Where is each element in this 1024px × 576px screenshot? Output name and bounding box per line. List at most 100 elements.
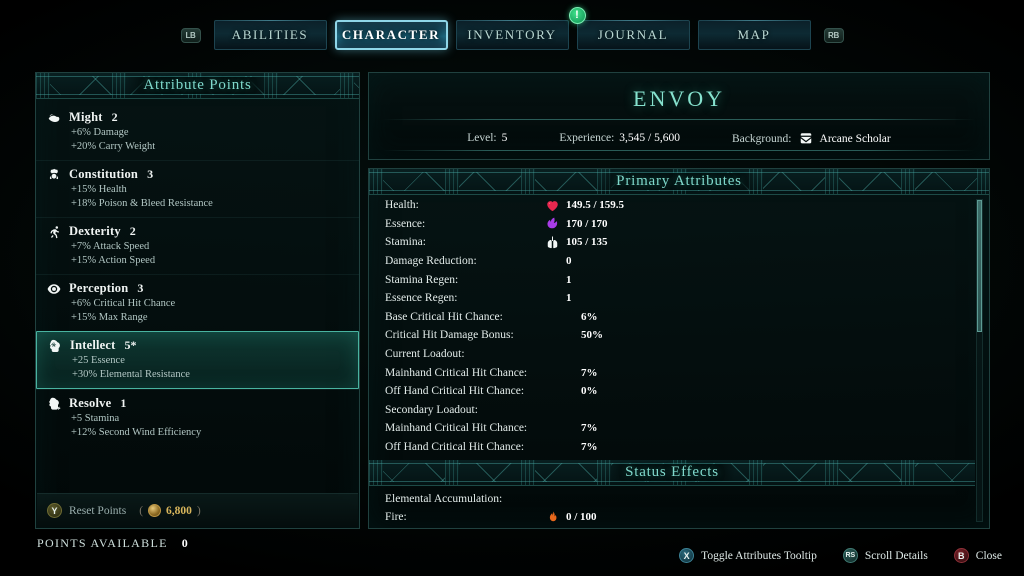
control-hint-label: Scroll Details xyxy=(864,549,928,562)
points-available-label: POINTS AVAILABLE xyxy=(37,536,168,550)
attribute-row-dexterity[interactable]: Dexterity 2 +7% Attack Speed +15% Action Sp… xyxy=(36,217,359,274)
stats-scrollbar-thumb[interactable] xyxy=(977,200,982,332)
level-label: Level: xyxy=(467,132,497,144)
y-button-badge[interactable]: Y xyxy=(47,503,62,518)
stats-scrollbar-track[interactable] xyxy=(976,199,983,522)
stat-row: Stamina: 105 / 135 xyxy=(369,233,975,252)
stat-label: Critical Hit Damage Bonus: xyxy=(385,329,514,342)
attribute-header: Perception 3 xyxy=(46,280,349,297)
stat-row: Mainhand Critical Hit Chance: 7% xyxy=(369,419,975,438)
tab-label: JOURNAL xyxy=(597,27,669,42)
attribute-list: Might 2 +6% Damage +20% Carry Weight Constit… xyxy=(36,100,359,492)
stat-value: 7% xyxy=(581,366,598,379)
stat-label: Mainhand Critical Hit Chance: xyxy=(385,422,528,435)
attribute-bonus: +6% Damage xyxy=(71,127,129,138)
stat-row: Fire: 0 / 100 xyxy=(369,508,975,527)
stat-value: 170 / 170 xyxy=(566,217,608,230)
control-hint-scroll-details[interactable]: RS Scroll Details xyxy=(842,548,928,563)
attribute-value: 1 xyxy=(120,396,127,410)
stat-label: Essence: xyxy=(385,217,426,230)
stat-row: Off Hand Critical Hit Chance: 7% xyxy=(369,438,975,457)
experience-stat: Experience: 3,545 / 5,600 xyxy=(559,132,680,144)
bicep-icon xyxy=(46,110,62,126)
experience-value: 3,545 / 5,600 xyxy=(619,132,680,144)
stat-label: Fire: xyxy=(385,511,407,524)
attribute-header: Dexterity 2 xyxy=(46,223,349,240)
points-available: POINTS AVAILABLE 0 xyxy=(37,536,189,551)
stat-label: Mainhand Critical Hit Chance: xyxy=(385,366,528,379)
tab-inventory[interactable]: INVENTORY xyxy=(455,20,569,50)
attribute-row-resolve[interactable]: Resolve 1 +5 Stamina +12% Second Wind Effic… xyxy=(36,389,359,446)
stat-row: Secondary Loadout: xyxy=(369,401,975,420)
control-hint-close[interactable]: B Close xyxy=(953,548,1002,563)
stat-row: Essence Regen: 1 xyxy=(369,289,975,308)
attribute-bonus: +7% Attack Speed xyxy=(71,241,150,252)
attribute-bonus: +15% Action Speed xyxy=(71,254,156,266)
reset-cost: ( 6,800 ) xyxy=(139,504,201,517)
coin-icon xyxy=(148,504,162,517)
tab-map[interactable]: MAP xyxy=(697,20,811,50)
primary-attributes-header: Primary Attributes xyxy=(369,169,989,195)
rs-button-badge[interactable]: RS xyxy=(842,548,858,563)
tab-glow xyxy=(462,20,562,21)
scroll-icon xyxy=(799,131,813,145)
control-hint-label: Toggle Attributes Tooltip xyxy=(701,549,817,562)
stat-value: 0 xyxy=(566,255,572,268)
ornament-edge-bottom xyxy=(369,190,989,191)
attribute-row-intellect[interactable]: Intellect 5* +25 Essence +30% Elemental Res… xyxy=(36,331,359,389)
attribute-header: Resolve 1 xyxy=(46,395,349,412)
stat-label: Stamina Regen: xyxy=(385,273,459,286)
attribute-name: Dexterity xyxy=(69,224,121,238)
attribute-header: Might 2 xyxy=(46,109,349,126)
stat-row: Essence: 170 / 170 xyxy=(369,215,975,234)
stat-row: Base Critical Hit Chance: 6% xyxy=(369,308,975,327)
stat-label: Base Critical Hit Chance: xyxy=(385,310,503,323)
tab-character[interactable]: CHARACTER xyxy=(334,20,448,50)
stat-value: 7% xyxy=(581,422,598,435)
reset-points-bar[interactable]: Y Reset Points ( 6,800 ) xyxy=(37,493,358,527)
stat-label: Secondary Loadout: xyxy=(385,403,478,416)
attribute-points-title: Attribute Points xyxy=(127,77,268,94)
attribute-row-constitution[interactable]: Constitution 3 +15% Health +18% Poison & Bl… xyxy=(36,160,359,217)
rb-shoulder-button[interactable]: RB xyxy=(823,27,844,43)
status-effects-title: Status Effects xyxy=(609,464,735,482)
attribute-row-might[interactable]: Might 2 +6% Damage +20% Carry Weight xyxy=(36,104,359,160)
tab-wrap-inventory: INVENTORY xyxy=(452,20,573,50)
attribute-value: 5* xyxy=(124,338,137,352)
attribute-value: 2 xyxy=(129,224,136,238)
attribute-row-perception[interactable]: Perception 3 +6% Critical Hit Chance +15% M… xyxy=(36,274,359,331)
header-divider-top xyxy=(383,119,975,120)
control-hint-toggle-attributes-tooltip[interactable]: X Toggle Attributes Tooltip xyxy=(679,548,817,563)
tab-wrap-abilities: ABILITIES xyxy=(210,20,331,50)
stats-scroll-region[interactable]: Health: 149.5 / 159.5 Essence: 170 / 170 Sta… xyxy=(369,196,975,528)
attribute-bonus: +6% Critical Hit Chance xyxy=(71,298,176,309)
character-screen: LB ABILITIES CHARACTER INVENTORY JOURNAL! MA… xyxy=(0,0,1024,576)
attribute-name: Intellect xyxy=(70,338,116,352)
attribute-bonus: +15% Max Range xyxy=(71,311,148,323)
b-button-badge[interactable]: B xyxy=(953,548,969,563)
flame-icon xyxy=(545,510,561,525)
notification-badge-icon: ! xyxy=(568,7,586,24)
lb-shoulder-button[interactable]: LB xyxy=(180,27,201,43)
tab-journal[interactable]: JOURNAL xyxy=(576,20,690,50)
reset-points-label: Reset Points xyxy=(69,504,127,517)
stat-row: Current Loadout: xyxy=(369,345,975,364)
tab-abilities[interactable]: ABILITIES xyxy=(213,20,327,50)
attribute-name: Resolve xyxy=(69,396,112,410)
character-header-panel: ENVOY Level: 5 Experience: 3,545 / 5,600 B… xyxy=(368,72,990,160)
stat-label: Health: xyxy=(385,199,419,212)
attribute-name: Perception xyxy=(69,281,129,295)
stat-row: Off Hand Critical Hit Chance: 0% xyxy=(369,382,975,401)
stat-label: Essence Regen: xyxy=(385,292,458,305)
brain-icon xyxy=(47,338,63,354)
stat-label: Off Hand Critical Hit Chance: xyxy=(385,441,525,454)
attribute-value: 3 xyxy=(147,167,154,181)
cost-paren-close: ) xyxy=(196,504,201,517)
reset-cost-value: 6,800 xyxy=(166,504,192,517)
attribute-bonus: +18% Poison & Bleed Resistance xyxy=(71,197,213,209)
attribute-name: Might xyxy=(69,110,103,124)
x-button-badge[interactable]: X xyxy=(679,548,695,563)
tab-label: MAP xyxy=(737,27,771,42)
tab-glow xyxy=(220,20,320,21)
primary-attributes-title: Primary Attributes xyxy=(600,173,758,190)
